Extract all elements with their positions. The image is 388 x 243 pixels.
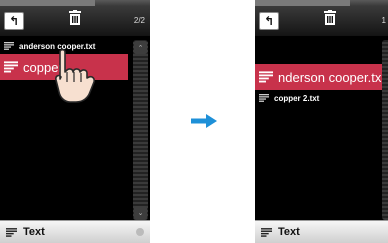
file-list: nderson cooper.tx copper 2.txt xyxy=(255,64,388,106)
chevron-down-icon: ⌄ xyxy=(137,208,144,217)
bottom-label: Text xyxy=(23,226,45,238)
bottom-label: Text xyxy=(278,226,300,238)
text-file-icon xyxy=(259,71,273,83)
status-dot xyxy=(136,228,144,236)
hand-cursor-icon xyxy=(55,48,95,103)
back-icon: ↰ xyxy=(8,14,20,28)
list-item-selected[interactable]: nderson cooper.tx xyxy=(255,64,388,90)
scrollbar[interactable]: ⌃ ⌄ xyxy=(133,40,148,220)
arrow-right-icon xyxy=(191,114,217,128)
list-item[interactable]: copper 2.txt xyxy=(255,90,388,106)
top-toolbar: ↰ 1 xyxy=(255,0,388,36)
toolbar-highlight xyxy=(255,0,350,6)
trash-icon[interactable] xyxy=(68,10,82,26)
text-file-icon xyxy=(6,227,17,237)
file-name: copper 2.txt xyxy=(274,93,320,103)
toolbar-highlight xyxy=(0,0,95,6)
bottom-bar[interactable]: Text xyxy=(255,220,388,243)
bottom-bar[interactable]: Text xyxy=(0,220,150,243)
scrollbar[interactable] xyxy=(382,40,388,220)
chevron-up-icon: ⌃ xyxy=(137,43,144,52)
scroll-up-button[interactable]: ⌃ xyxy=(134,41,147,54)
scroll-down-button[interactable]: ⌄ xyxy=(134,206,147,219)
text-file-icon xyxy=(4,42,14,50)
back-button[interactable]: ↰ xyxy=(259,12,279,30)
text-file-icon xyxy=(261,227,272,237)
page-indicator: 1 xyxy=(381,16,386,25)
trash-icon[interactable] xyxy=(323,10,337,26)
top-toolbar: ↰ 2/2 xyxy=(0,0,150,36)
page-indicator: 2/2 xyxy=(133,16,145,25)
back-button[interactable]: ↰ xyxy=(4,12,24,30)
text-file-icon xyxy=(4,61,18,73)
right-phone-screen: ↰ 1 nderson cooper.tx copper 2.txt Text xyxy=(255,0,388,243)
text-file-icon xyxy=(259,94,269,102)
file-name: nderson cooper.tx xyxy=(278,69,382,85)
left-phone-screen: ↰ 2/2 anderson cooper.txt copper ⌃ ⌄ Tex… xyxy=(0,0,150,243)
back-icon: ↰ xyxy=(263,14,275,28)
